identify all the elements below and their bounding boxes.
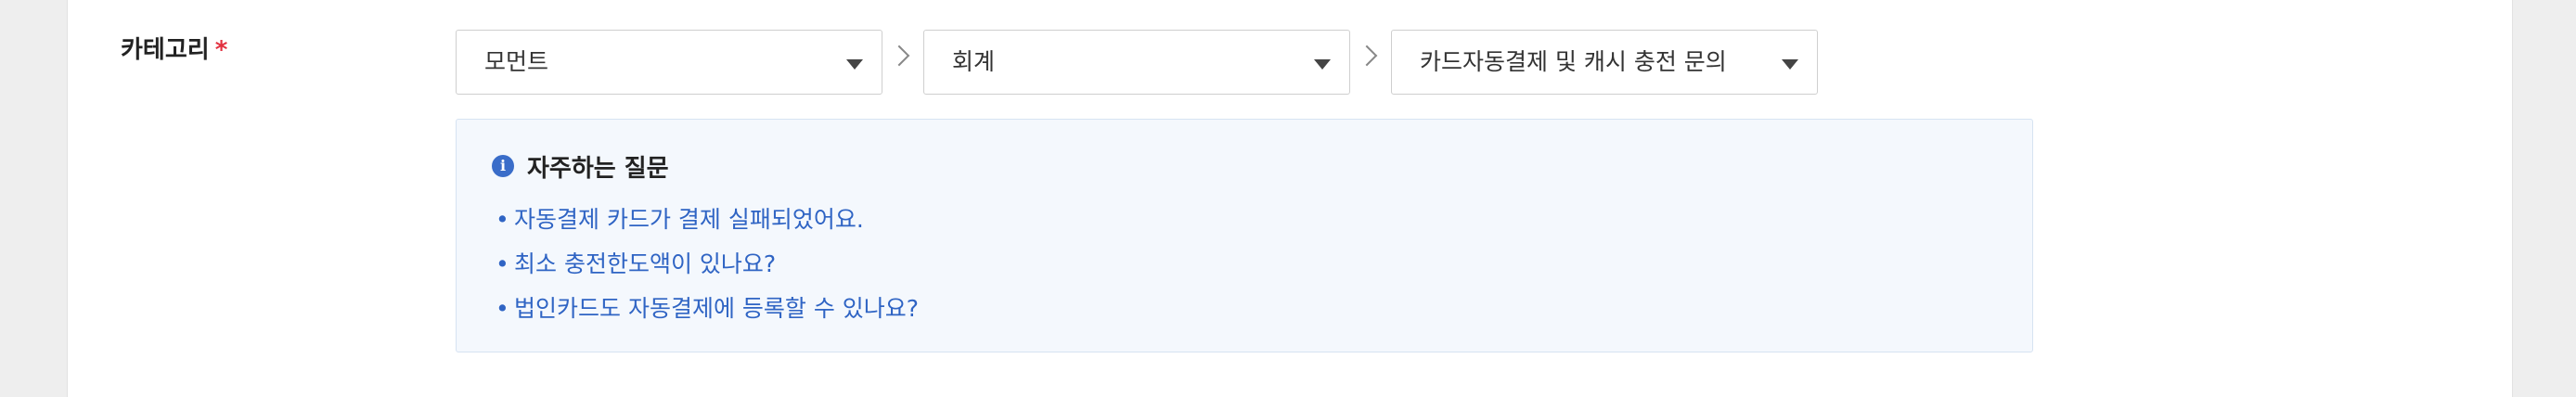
chevron-down-icon <box>1314 59 1331 70</box>
faq-box: i 자주하는 질문 • 자동결제 카드가 결제 실패되었어요. • 최소 충전한도액… <box>456 119 2033 352</box>
faq-title: 자주하는 질문 <box>527 154 669 183</box>
category-field-label: 카테고리 * <box>121 33 227 67</box>
faq-link-payment-failed[interactable]: • 자동결제 카드가 결제 실패되었어요. <box>496 198 919 242</box>
category-select-level-3[interactable]: 카드자동결제 및 캐시 충전 문의 <box>1391 30 1818 95</box>
bullet-icon: • <box>496 295 509 322</box>
category-label-text: 카테고리 <box>121 36 210 64</box>
category-select-level-3-value: 카드자동결제 및 캐시 충전 문의 <box>1420 48 1727 75</box>
category-select-level-1[interactable]: 모먼트 <box>456 30 882 95</box>
category-select-level-2[interactable]: 회계 <box>923 30 1350 95</box>
faq-header: i 자주하는 질문 <box>492 149 669 183</box>
bullet-icon: • <box>496 206 509 233</box>
chevron-down-icon <box>1782 59 1798 70</box>
chevron-right-icon <box>888 45 910 67</box>
faq-link-text: 법인카드도 자동결제에 등록할 수 있나요? <box>514 295 920 322</box>
faq-link-text: 자동결제 카드가 결제 실패되었어요. <box>514 206 864 233</box>
form-panel: 카테고리 * 모먼트 회계 카드자동결제 및 캐시 충전 문의 i 자주하는 질문… <box>67 0 2513 397</box>
category-select-level-2-value: 회계 <box>952 48 996 75</box>
info-icon: i <box>492 155 514 177</box>
chevron-right-icon <box>1356 45 1378 67</box>
chevron-down-icon <box>846 59 863 70</box>
category-select-level-1-value: 모먼트 <box>484 48 549 75</box>
faq-list: • 자동결제 카드가 결제 실패되었어요. • 최소 충전한도액이 있나요? • 법인… <box>496 198 919 331</box>
faq-link-min-charge[interactable]: • 최소 충전한도액이 있나요? <box>496 242 919 287</box>
required-mark: * <box>214 36 228 64</box>
faq-link-corporate-card[interactable]: • 법인카드도 자동결제에 등록할 수 있나요? <box>496 287 919 331</box>
bullet-icon: • <box>496 250 509 277</box>
faq-link-text: 최소 충전한도액이 있나요? <box>514 250 777 277</box>
